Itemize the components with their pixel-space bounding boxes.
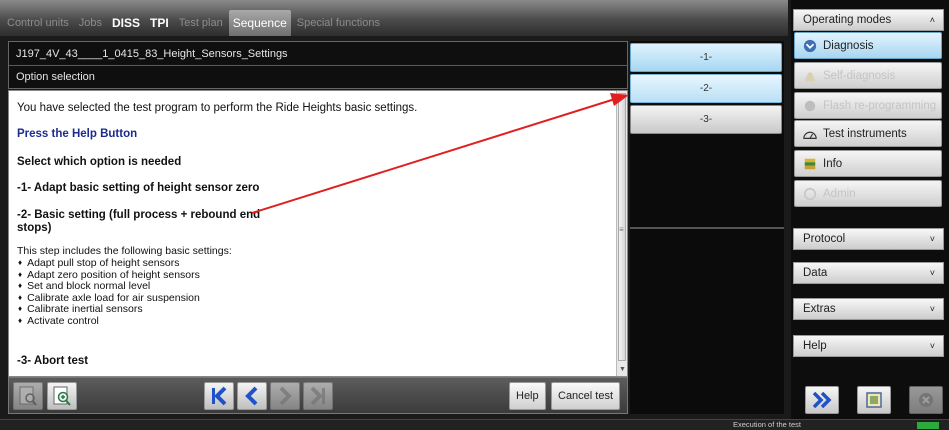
scroll-grip-icon: ≡ bbox=[619, 225, 624, 234]
stop-circle-icon bbox=[919, 393, 933, 407]
document-zoom-in-icon bbox=[53, 386, 71, 406]
tab-special-functions[interactable]: Special functions bbox=[293, 10, 384, 36]
step-intro: This step includes the following basic s… bbox=[17, 245, 232, 257]
tab-tpi[interactable]: TPI bbox=[146, 10, 173, 36]
help-button[interactable]: Help bbox=[509, 382, 546, 410]
section-help[interactable]: Help ˅ bbox=[793, 335, 944, 357]
section-extras[interactable]: Extras ˅ bbox=[793, 298, 944, 320]
skip-to-end-icon bbox=[310, 386, 325, 406]
option-1-button[interactable]: -1- bbox=[630, 43, 782, 72]
instruction-panel: You have selected the test program to pe… bbox=[8, 90, 628, 377]
option-3-description: -3- Abort test bbox=[17, 355, 89, 367]
self-diagnosis-icon bbox=[803, 69, 817, 83]
next-step-button[interactable] bbox=[270, 382, 300, 410]
section-extras-label: Extras bbox=[803, 303, 836, 315]
header-subtitle: Option selection bbox=[16, 71, 95, 83]
tab-jobs[interactable]: Jobs bbox=[75, 10, 106, 36]
first-step-button[interactable] bbox=[204, 382, 234, 410]
option-2-description: -2- Basic setting (full process + reboun… bbox=[17, 209, 261, 221]
mode-info-label: Info bbox=[823, 157, 843, 170]
option-column-divider bbox=[630, 227, 784, 229]
diagnosis-icon bbox=[803, 39, 817, 53]
mode-diagnosis[interactable]: Diagnosis bbox=[794, 32, 942, 59]
section-data-label: Data bbox=[803, 267, 828, 279]
status-bar: Execution of the test bbox=[0, 419, 949, 430]
option-1-label: -1- bbox=[699, 52, 713, 63]
vertical-scrollbar[interactable]: ≡ ▼ bbox=[616, 91, 627, 376]
section-data[interactable]: Data ˅ bbox=[793, 262, 944, 284]
flash-icon bbox=[803, 99, 817, 113]
mode-flash-label: Flash re-programming bbox=[823, 99, 937, 112]
skip-to-start-icon bbox=[212, 386, 227, 406]
mode-test-instruments[interactable]: Test instruments bbox=[794, 120, 942, 147]
select-prompt: Select which option is needed bbox=[17, 156, 182, 168]
option-2-description-cont: stops) bbox=[17, 222, 52, 234]
mode-diagnosis-label: Diagnosis bbox=[823, 39, 874, 52]
gauge-icon bbox=[803, 127, 817, 141]
status-progress-bar bbox=[917, 422, 939, 429]
continue-button[interactable] bbox=[805, 386, 839, 414]
chevron-down-icon: ˅ bbox=[929, 268, 935, 278]
stop-button[interactable] bbox=[909, 386, 943, 414]
option-2-button[interactable]: -2- bbox=[630, 74, 782, 103]
cancel-test-button[interactable]: Cancel test bbox=[551, 382, 621, 410]
option-2-label: -2- bbox=[699, 83, 713, 94]
mode-flash-reprogramming[interactable]: Flash re-programming bbox=[794, 92, 942, 119]
test-program-header: J197_4V_43____1_0415_83_Height_Sensors_S… bbox=[8, 41, 628, 89]
option-1-description: -1- Adapt basic setting of height sensor… bbox=[17, 182, 260, 194]
status-text: Execution of the test bbox=[733, 420, 801, 429]
sequence-toolbar: Help Cancel test bbox=[8, 377, 628, 414]
mode-admin[interactable]: Admin bbox=[794, 180, 942, 207]
chevron-right-icon bbox=[279, 386, 292, 406]
operating-modes-header[interactable]: Operating modes ˄ bbox=[793, 9, 944, 31]
mode-info[interactable]: Info bbox=[794, 150, 942, 177]
double-chevron-right-icon bbox=[812, 391, 832, 409]
main-tab-bar: Control units Jobs DISS TPI Test plan Se… bbox=[0, 0, 788, 36]
mode-self-diagnosis-label: Self-diagnosis bbox=[823, 69, 896, 82]
tab-diss[interactable]: DISS bbox=[108, 10, 144, 36]
list-item: Activate control bbox=[18, 315, 200, 328]
chevron-down-icon: ˅ bbox=[929, 234, 935, 244]
previous-step-button[interactable] bbox=[237, 382, 267, 410]
cancel-test-label: Cancel test bbox=[558, 390, 614, 402]
chevron-down-icon: ˅ bbox=[929, 304, 935, 314]
section-help-label: Help bbox=[803, 340, 827, 352]
admin-icon bbox=[803, 187, 817, 201]
document-zoom-out-icon bbox=[19, 386, 37, 406]
test-program-name: J197_4V_43____1_0415_83_Height_Sensors_S… bbox=[16, 48, 288, 60]
tab-sequence[interactable]: Sequence bbox=[228, 10, 291, 36]
tab-control-units[interactable]: Control units bbox=[3, 10, 73, 36]
scroll-down-icon[interactable]: ▼ bbox=[619, 366, 626, 373]
mode-admin-label: Admin bbox=[823, 187, 856, 200]
info-book-icon bbox=[803, 157, 817, 171]
last-step-button[interactable] bbox=[303, 382, 333, 410]
section-protocol[interactable]: Protocol ˅ bbox=[793, 228, 944, 250]
section-protocol-label: Protocol bbox=[803, 233, 846, 245]
operating-modes-title: Operating modes bbox=[803, 14, 892, 26]
step-list: Adapt pull stop of height sensors Adapt … bbox=[18, 257, 200, 328]
chevron-left-icon bbox=[245, 386, 258, 406]
chevron-up-icon: ˄ bbox=[929, 15, 935, 25]
zoom-in-button[interactable] bbox=[47, 382, 77, 410]
help-button-label: Help bbox=[516, 390, 539, 402]
tab-test-plan[interactable]: Test plan bbox=[175, 10, 227, 36]
screenshot-button[interactable] bbox=[857, 386, 891, 414]
right-sidebar: Operating modes ˄ Diagnosis Self-diagnos… bbox=[791, 0, 949, 419]
zoom-out-button[interactable] bbox=[13, 382, 43, 410]
intro-text: You have selected the test program to pe… bbox=[17, 102, 418, 114]
header-divider bbox=[9, 65, 627, 66]
option-3-label: -3- bbox=[699, 114, 713, 125]
help-hint: Press the Help Button bbox=[17, 128, 138, 140]
frame-capture-icon bbox=[866, 392, 882, 408]
mode-test-instruments-label: Test instruments bbox=[823, 127, 907, 140]
chevron-down-icon: ˅ bbox=[929, 341, 935, 351]
option-3-button[interactable]: -3- bbox=[630, 105, 782, 134]
mode-self-diagnosis[interactable]: Self-diagnosis bbox=[794, 62, 942, 89]
option-column: -1- -2- -3- bbox=[630, 41, 784, 414]
